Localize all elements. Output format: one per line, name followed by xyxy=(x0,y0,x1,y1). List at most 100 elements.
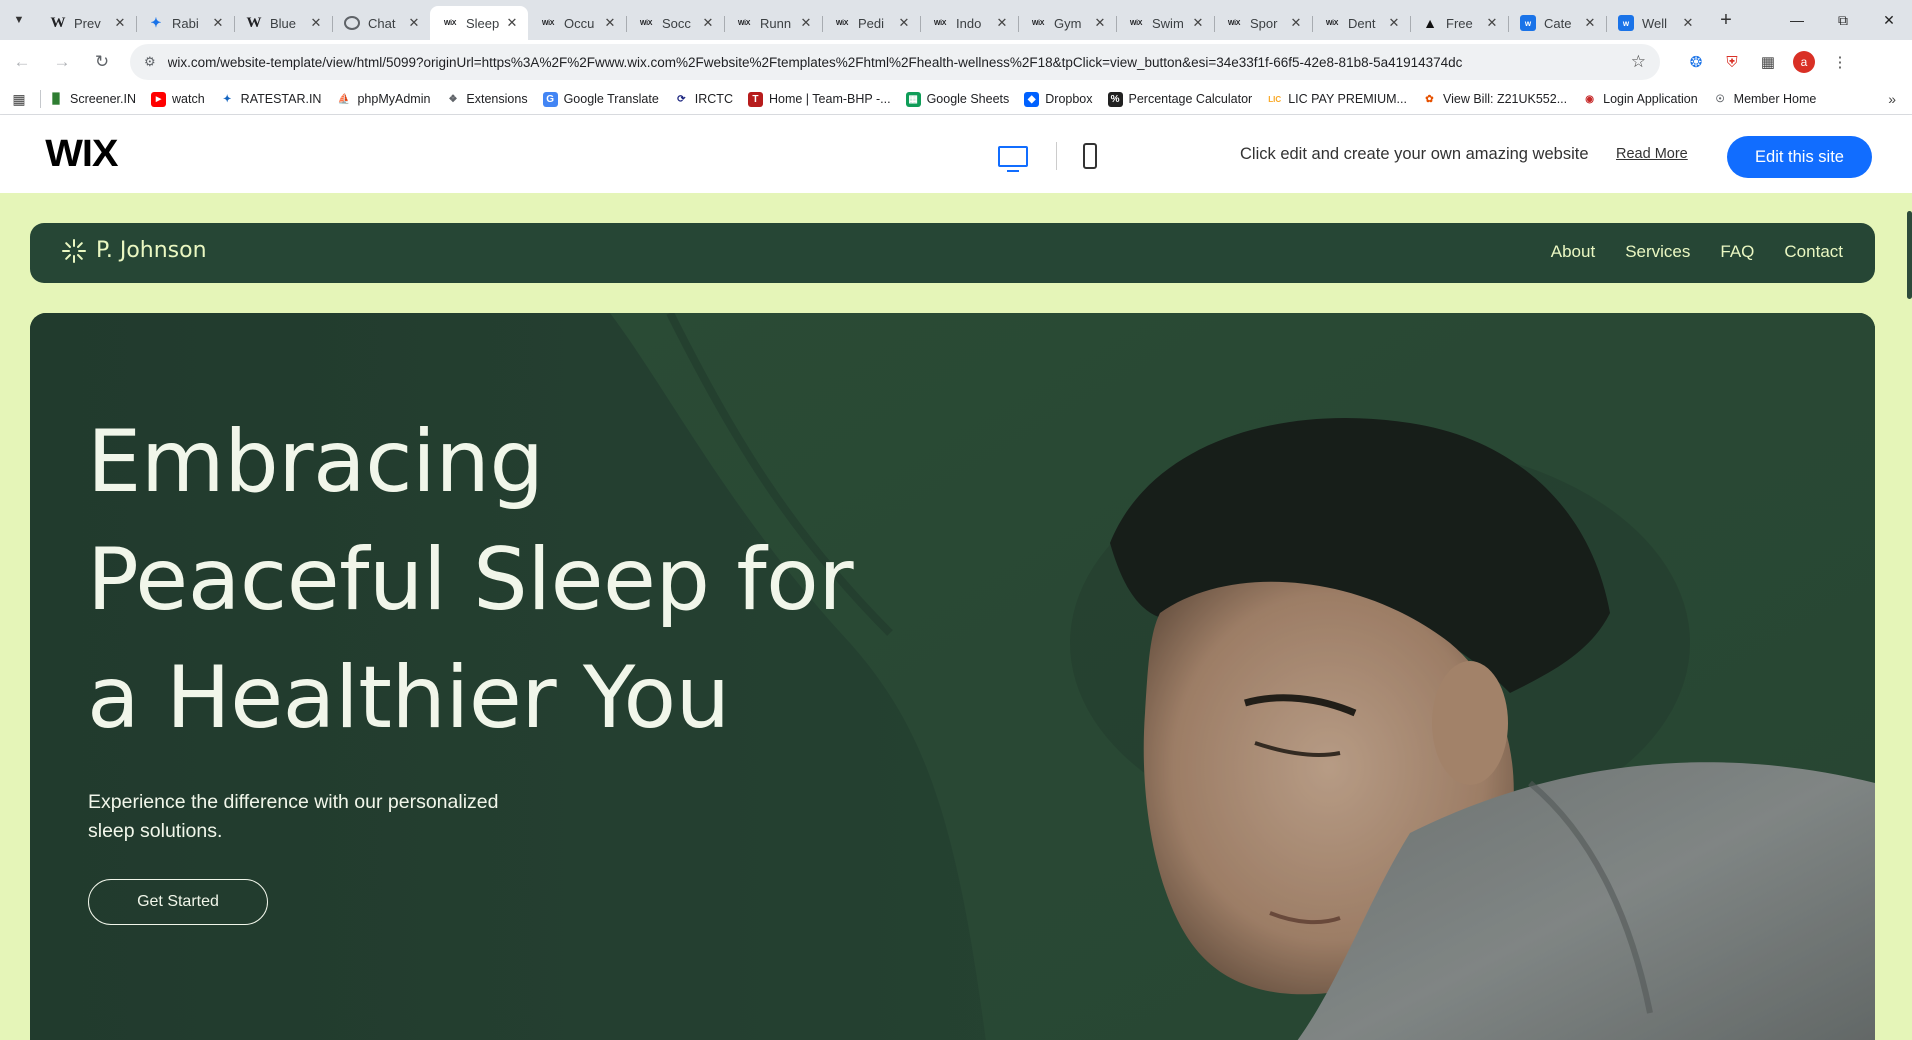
close-icon[interactable]: ✕ xyxy=(210,15,226,31)
brand-name: P. Johnson xyxy=(96,238,207,263)
wix-icon: WiX xyxy=(443,19,457,27)
page-scrollbar[interactable] xyxy=(1906,193,1912,1040)
bookmark-item[interactable]: ✿ View Bill: Z21UK552... xyxy=(1422,92,1567,107)
mobile-view-icon[interactable] xyxy=(1083,143,1097,169)
translate-icon: G xyxy=(542,91,558,107)
bookmark-item[interactable]: ⛵ phpMyAdmin xyxy=(336,92,431,107)
close-icon[interactable]: ✕ xyxy=(700,15,716,31)
apps-grid-icon[interactable]: ▦ xyxy=(0,91,38,108)
close-icon[interactable]: ✕ xyxy=(1190,15,1206,31)
browser-tab[interactable]: ▲ Free ✕ xyxy=(1410,6,1508,40)
browser-tab[interactable]: WiX Swim ✕ xyxy=(1116,6,1214,40)
site-brand[interactable]: P. Johnson xyxy=(62,238,207,263)
new-tab-plus-icon[interactable]: + xyxy=(1710,4,1742,36)
close-icon[interactable]: ✕ xyxy=(1680,15,1696,31)
restore-icon[interactable]: ⧉ xyxy=(1820,0,1866,40)
wix-icon: WiX xyxy=(1325,19,1339,27)
desktop-view-icon[interactable] xyxy=(998,145,1028,172)
hero-section: Embracing Peaceful Sleep for a Healthier… xyxy=(30,313,1875,1040)
tab-search-chevron-icon[interactable]: ▼ xyxy=(0,0,38,40)
edit-site-button[interactable]: Edit this site xyxy=(1727,136,1872,178)
bookmark-item[interactable]: ✦ RATESTAR.IN xyxy=(220,92,322,107)
nav-faq[interactable]: FAQ xyxy=(1720,242,1754,262)
bookmark-item[interactable]: % Percentage Calculator xyxy=(1107,91,1252,107)
bookmark-item[interactable]: ▦ Google Sheets xyxy=(905,91,1009,107)
close-icon[interactable]: ✕ xyxy=(112,15,128,31)
close-icon[interactable]: ✕ xyxy=(1582,15,1598,31)
extensions-puzzle-icon[interactable]: ▦ xyxy=(1750,44,1786,80)
nav-services[interactable]: Services xyxy=(1625,242,1690,262)
wix-logo[interactable]: WIX xyxy=(45,133,118,176)
wikipedia-icon: W xyxy=(246,14,262,31)
browser-tab[interactable]: WiX Dent ✕ xyxy=(1312,6,1410,40)
bookmark-item[interactable]: LIC LIC PAY PREMIUM... xyxy=(1267,92,1407,107)
dropbox-icon: ◆ xyxy=(1024,91,1040,107)
bookmark-star-icon[interactable]: ☆ xyxy=(1631,52,1646,72)
browser-tab[interactable]: W Prev ✕ xyxy=(38,6,136,40)
hero-subtitle: Experience the difference with our perso… xyxy=(88,791,499,842)
browser-tab[interactable]: w Cate ✕ xyxy=(1508,6,1606,40)
close-icon[interactable]: ✕ xyxy=(1484,15,1500,31)
close-icon[interactable]: ✕ xyxy=(1386,15,1402,31)
hero-title: Embracing Peaceful Sleep for a Healthier… xyxy=(87,403,854,757)
browser-tab[interactable]: WiX Occu ✕ xyxy=(528,6,626,40)
close-icon[interactable]: ✕ xyxy=(602,15,618,31)
browser-tab[interactable]: WiX Gym ✕ xyxy=(1018,6,1116,40)
browser-tab[interactable]: ✦ Rabi ✕ xyxy=(136,6,234,40)
close-icon[interactable]: ✕ xyxy=(1288,15,1304,31)
nav-contact[interactable]: Contact xyxy=(1784,242,1843,262)
shield-extension-icon[interactable]: ⛨ xyxy=(1714,44,1750,80)
bookmark-item[interactable]: ▶ watch xyxy=(151,91,205,107)
wix-icon: WiX xyxy=(835,19,849,27)
close-icon[interactable]: ✕ xyxy=(994,15,1010,31)
url-text[interactable]: wix.com/website-template/view/html/5099?… xyxy=(168,55,1631,70)
close-icon[interactable]: ✕ xyxy=(406,15,422,31)
close-icon[interactable]: ✕ xyxy=(896,15,912,31)
close-icon[interactable]: ✕ xyxy=(308,15,324,31)
browser-tab[interactable]: W Blue ✕ xyxy=(234,6,332,40)
browser-tab[interactable]: Chat ✕ xyxy=(332,6,430,40)
bookmark-item[interactable]: ❖ Extensions xyxy=(445,92,527,107)
irctc-icon: ⟳ xyxy=(677,93,686,105)
close-icon[interactable]: ✕ xyxy=(504,15,520,31)
address-bar[interactable]: ⚙ wix.com/website-template/view/html/509… xyxy=(130,44,1660,80)
bookmark-item[interactable]: ⟳ IRCTC xyxy=(674,92,733,107)
bookmark-item[interactable]: T Home | Team-BHP -... xyxy=(747,91,891,107)
bookmark-item[interactable]: G Google Translate xyxy=(542,91,659,107)
weebly-icon: w xyxy=(1520,15,1536,31)
bill-icon: ✿ xyxy=(1425,93,1434,105)
phpmyadmin-icon: ⛵ xyxy=(337,93,351,105)
minimize-icon[interactable]: — xyxy=(1774,0,1820,40)
nav-about[interactable]: About xyxy=(1551,242,1595,262)
get-started-button[interactable]: Get Started xyxy=(88,879,268,925)
close-icon[interactable]: ✕ xyxy=(1092,15,1108,31)
profile-avatar[interactable]: a xyxy=(1786,44,1822,80)
bookmark-item[interactable]: ◆ Dropbox xyxy=(1024,91,1093,107)
browser-tab[interactable]: WiX Indo ✕ xyxy=(920,6,1018,40)
wix-icon: WiX xyxy=(737,19,751,27)
back-arrow-icon[interactable]: ← xyxy=(4,44,40,80)
weebly-icon: w xyxy=(1618,15,1634,31)
bookmark-item[interactable]: ◉ Login Application xyxy=(1582,92,1697,107)
close-window-icon[interactable]: ✕ xyxy=(1866,0,1912,40)
scrollbar-thumb[interactable] xyxy=(1907,211,1912,299)
bookmark-item[interactable]: ▉ Screener.IN xyxy=(49,92,136,107)
bookmark-item[interactable]: ☉ Member Home xyxy=(1713,92,1817,107)
wix-icon: WiX xyxy=(933,19,947,27)
read-more-link[interactable]: Read More xyxy=(1616,146,1688,162)
forward-arrow-icon[interactable]: → xyxy=(44,44,80,80)
browser-tab[interactable]: WiX Pedi ✕ xyxy=(822,6,920,40)
browser-tab-active[interactable]: WiX Sleep ✕ xyxy=(430,6,528,40)
extension-icon[interactable]: ❂ xyxy=(1678,44,1714,80)
bookmark-app-icon: ✦ xyxy=(150,15,162,30)
menu-kebab-icon[interactable]: ⋮ xyxy=(1822,44,1858,80)
more-bookmarks-chevron-icon[interactable]: » xyxy=(1888,91,1896,107)
browser-tab[interactable]: w Well ✕ xyxy=(1606,6,1704,40)
divider xyxy=(1056,142,1057,170)
browser-tab[interactable]: WiX Spor ✕ xyxy=(1214,6,1312,40)
browser-tab[interactable]: WiX Socc ✕ xyxy=(626,6,724,40)
close-icon[interactable]: ✕ xyxy=(798,15,814,31)
site-info-icon[interactable]: ⚙ xyxy=(144,54,156,70)
browser-tab[interactable]: WiX Runn ✕ xyxy=(724,6,822,40)
reload-icon[interactable]: ↻ xyxy=(84,44,120,80)
